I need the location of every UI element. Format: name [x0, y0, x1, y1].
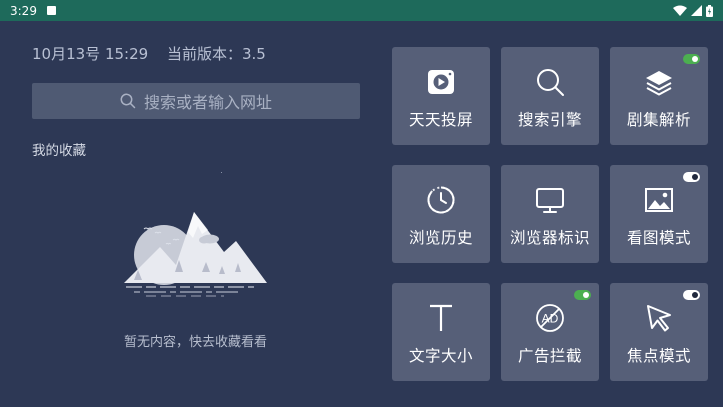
decorative-dot	[221, 172, 222, 173]
cast-play-icon	[428, 70, 454, 94]
version-text: 当前版本：3.5	[166, 45, 266, 63]
tile-label: 广告拦截	[517, 347, 582, 365]
search-icon	[537, 69, 564, 96]
tile-text-size[interactable]: 文字大小	[392, 283, 490, 381]
ad-block-toggle[interactable]	[574, 290, 591, 300]
tile-focus-mode[interactable]: 焦点模式	[610, 283, 708, 381]
image-mode-toggle[interactable]	[683, 172, 700, 182]
tile-label: 搜索引擎	[517, 111, 582, 129]
tile-user-agent[interactable]: 浏览器标识	[501, 165, 599, 263]
tile-image-mode[interactable]: 看图模式	[610, 165, 708, 263]
ad-block-icon: AD	[536, 304, 564, 332]
tile-label: 剧集解析	[626, 111, 691, 129]
favorites-empty-text: 暂无内容，快去收藏看看	[123, 335, 267, 350]
tile-cast[interactable]: 天天投屏	[392, 47, 490, 145]
favorites-title: 我的收藏	[32, 143, 86, 159]
tile-label: 文字大小	[408, 347, 473, 365]
history-clock-icon	[427, 186, 455, 214]
search-input[interactable]: 搜索或者输入网址	[32, 83, 360, 119]
layers-icon	[646, 71, 672, 96]
tile-ad-block[interactable]: AD 广告拦截	[501, 283, 599, 381]
signal-icon	[691, 5, 702, 16]
search-icon	[120, 93, 136, 109]
tile-label: 天天投屏	[408, 111, 473, 129]
status-icons	[673, 4, 713, 17]
tile-history[interactable]: 浏览历史	[392, 165, 490, 263]
search-placeholder: 搜索或者输入网址	[143, 93, 272, 112]
date-time-text: 10月13号 15:29	[32, 45, 149, 63]
status-time: 3:29	[10, 3, 37, 18]
notification-square-icon	[46, 6, 56, 15]
tile-search-engine[interactable]: 搜索引擎	[501, 47, 599, 145]
info-line: 10月13号 15:29 当前版本：3.5	[32, 43, 266, 64]
cursor-pointer-icon	[647, 305, 671, 332]
tile-label: 浏览历史	[408, 229, 473, 247]
monitor-icon	[536, 188, 564, 213]
status-bar: 3:29	[0, 0, 723, 21]
battery-icon	[706, 4, 713, 17]
empty-mountain-illustration	[124, 212, 267, 297]
episode-parse-toggle[interactable]	[683, 54, 700, 64]
tile-label: 焦点模式	[626, 347, 691, 365]
image-icon	[645, 188, 673, 212]
tile-label: 浏览器标识	[509, 229, 590, 247]
wifi-icon	[673, 5, 687, 16]
tile-label: 看图模式	[626, 229, 691, 247]
tile-episode-parse[interactable]: 剧集解析	[610, 47, 708, 145]
text-size-icon	[430, 304, 452, 331]
focus-mode-toggle[interactable]	[683, 290, 700, 300]
